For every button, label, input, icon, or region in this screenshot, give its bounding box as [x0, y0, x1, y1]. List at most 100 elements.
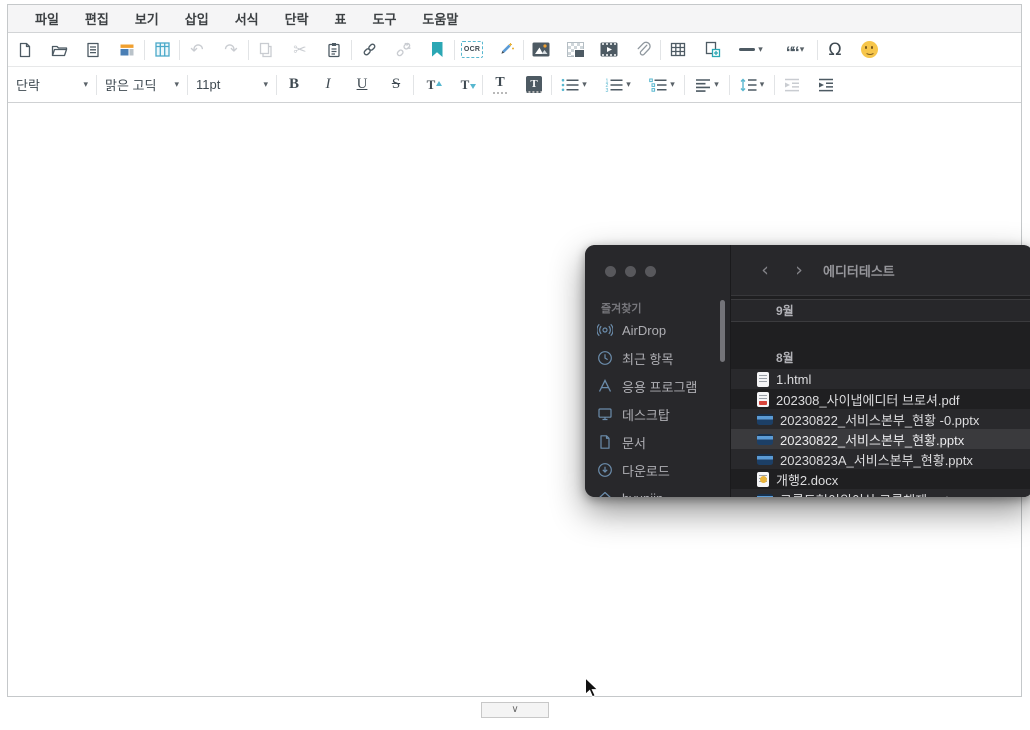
paste-button[interactable] [317, 36, 351, 64]
hyperlink-button[interactable] [352, 36, 386, 64]
insert-frame-button[interactable] [695, 36, 729, 64]
template-button[interactable] [110, 36, 144, 64]
remove-link-button[interactable] [386, 36, 420, 64]
sidebar-item-airdrop[interactable]: AirDrop [597, 318, 720, 342]
file-row[interactable]: 개행2.docx [731, 469, 1030, 489]
scissors-icon: ✂ [293, 42, 306, 58]
file-row[interactable]: 1.html [731, 369, 1030, 389]
close-window-button[interactable] [605, 266, 616, 277]
line-spacing-button[interactable]: ▾ [730, 71, 774, 99]
clock-icon [597, 350, 613, 366]
main-toolbar: ↶ ↷ ✂ OCR [8, 33, 1021, 67]
transparent-image-button[interactable] [558, 36, 592, 64]
file-name: 20230823A_서비스본부_현황.pptx [780, 450, 973, 469]
zoom-window-button[interactable] [645, 266, 656, 277]
menu-paragraph[interactable]: 단락 [272, 9, 322, 28]
numbered-list-button[interactable]: 123 ▾ [596, 71, 640, 99]
underline-button[interactable]: U [345, 71, 379, 99]
superscript-button[interactable]: T [414, 71, 448, 99]
multilevel-list-button[interactable]: ▾ [640, 71, 684, 99]
file-row-selected[interactable]: 20230822_서비스본부_현황.pptx [731, 429, 1030, 449]
sidebar-item-applications[interactable]: 응용 프로그램 [597, 374, 720, 398]
attachment-button[interactable] [626, 36, 660, 64]
subscript-button[interactable]: T [448, 71, 482, 99]
sidebar-item-label: 데스크탑 [622, 405, 670, 424]
paragraph-style-select[interactable]: 단락 ▾ [8, 71, 96, 99]
page-layout-button[interactable] [145, 36, 179, 64]
airdrop-icon [597, 322, 613, 338]
sidebar-item-recents[interactable]: 최근 항목 [597, 346, 720, 370]
menu-format[interactable]: 서식 [222, 9, 272, 28]
undo-button[interactable]: ↶ [180, 36, 214, 64]
link-icon [361, 41, 378, 58]
document-text-button[interactable] [76, 36, 110, 64]
back-button[interactable]: ‹ [755, 259, 775, 281]
menu-edit[interactable]: 편집 [72, 9, 122, 28]
menu-table[interactable]: 표 [322, 9, 360, 28]
paperclip-icon [635, 41, 651, 58]
sidebar-item-home[interactable]: hyunjin [597, 486, 720, 497]
font-size-value: 11pt [196, 77, 220, 92]
menu-help[interactable]: 도움말 [409, 9, 471, 28]
numbered-list-icon: 123 [605, 78, 623, 92]
file-row[interactable]: 20230822_서비스본부_현황 -0.pptx [731, 409, 1030, 429]
menu-insert[interactable]: 삽입 [172, 9, 222, 28]
ocr-button[interactable]: OCR [455, 36, 489, 64]
special-character-button[interactable]: Ω [818, 36, 852, 64]
sidebar-item-documents[interactable]: 문서 [597, 430, 720, 454]
open-file-button[interactable] [42, 36, 76, 64]
file-row[interactable]: 202308_사이냅에디터 브로셔.pdf [731, 389, 1030, 409]
blockquote-button[interactable]: ““ ▾ [773, 36, 817, 64]
new-document-button[interactable] [8, 36, 42, 64]
file-name: 1.html [776, 372, 811, 387]
strikethrough-button[interactable]: S [379, 71, 413, 99]
forward-button[interactable]: › [789, 259, 809, 281]
sidebar-item-desktop[interactable]: 데스크탑 [597, 402, 720, 426]
sidebar-item-label: 문서 [622, 433, 646, 452]
collapse-toolbar-button[interactable]: ∨ [481, 702, 549, 718]
menu-tools[interactable]: 도구 [360, 9, 410, 28]
font-color-button[interactable]: T [483, 71, 517, 99]
svg-text:3: 3 [606, 87, 609, 91]
horizontal-line-button[interactable]: ▾ [729, 36, 773, 64]
minimize-window-button[interactable] [625, 266, 636, 277]
file-row[interactable]: 그룹도형이위이상 그룹해제.pptx [731, 489, 1030, 497]
subscript-icon: T [461, 77, 470, 93]
bookmark-button[interactable] [420, 36, 454, 64]
file-row[interactable]: 20230823A_서비스본부_현황.pptx [731, 449, 1030, 469]
indent-button[interactable] [809, 71, 843, 99]
applications-icon [597, 378, 613, 394]
image-icon [532, 42, 550, 57]
chevron-down-icon: ▾ [263, 80, 268, 90]
redo-icon: ↷ [224, 42, 237, 58]
font-size-select[interactable]: 11pt ▾ [188, 71, 276, 99]
sidebar-scrollbar[interactable] [720, 300, 725, 362]
emoticon-button[interactable] [852, 36, 886, 64]
table-button[interactable] [661, 36, 695, 64]
sidebar-item-downloads[interactable]: 다운로드 [597, 458, 720, 482]
menu-file[interactable]: 파일 [22, 9, 72, 28]
finder-sidebar: 즐겨찾기 AirDrop 최근 항목 응용 프로그램 데스크탑 문서 다운로드 … [585, 245, 730, 497]
italic-icon: I [326, 76, 331, 93]
menu-view[interactable]: 보기 [122, 9, 172, 28]
highlight-color-button[interactable]: T [517, 71, 551, 99]
outdent-button[interactable] [775, 71, 809, 99]
desktop-icon [597, 406, 613, 422]
italic-button[interactable]: I [311, 71, 345, 99]
pptx-file-icon [757, 454, 773, 465]
group-header-september[interactable]: 9월 [731, 299, 1030, 322]
video-button[interactable] [592, 36, 626, 64]
copy-icon [258, 42, 274, 58]
font-family-select[interactable]: 맑은 고딕 ▾ [97, 71, 187, 99]
redo-button[interactable]: ↷ [214, 36, 248, 64]
docx-file-icon [757, 472, 769, 487]
group-header-august: 8월 [776, 348, 794, 368]
copy-button[interactable] [249, 36, 283, 64]
edit-pen-button[interactable] [489, 36, 523, 64]
align-button[interactable]: ▾ [685, 71, 729, 99]
cut-button[interactable]: ✂ [283, 36, 317, 64]
bullet-list-button[interactable]: ▾ [552, 71, 596, 99]
image-button[interactable] [524, 36, 558, 64]
bold-button[interactable]: B [277, 71, 311, 99]
document-icon [597, 434, 613, 450]
